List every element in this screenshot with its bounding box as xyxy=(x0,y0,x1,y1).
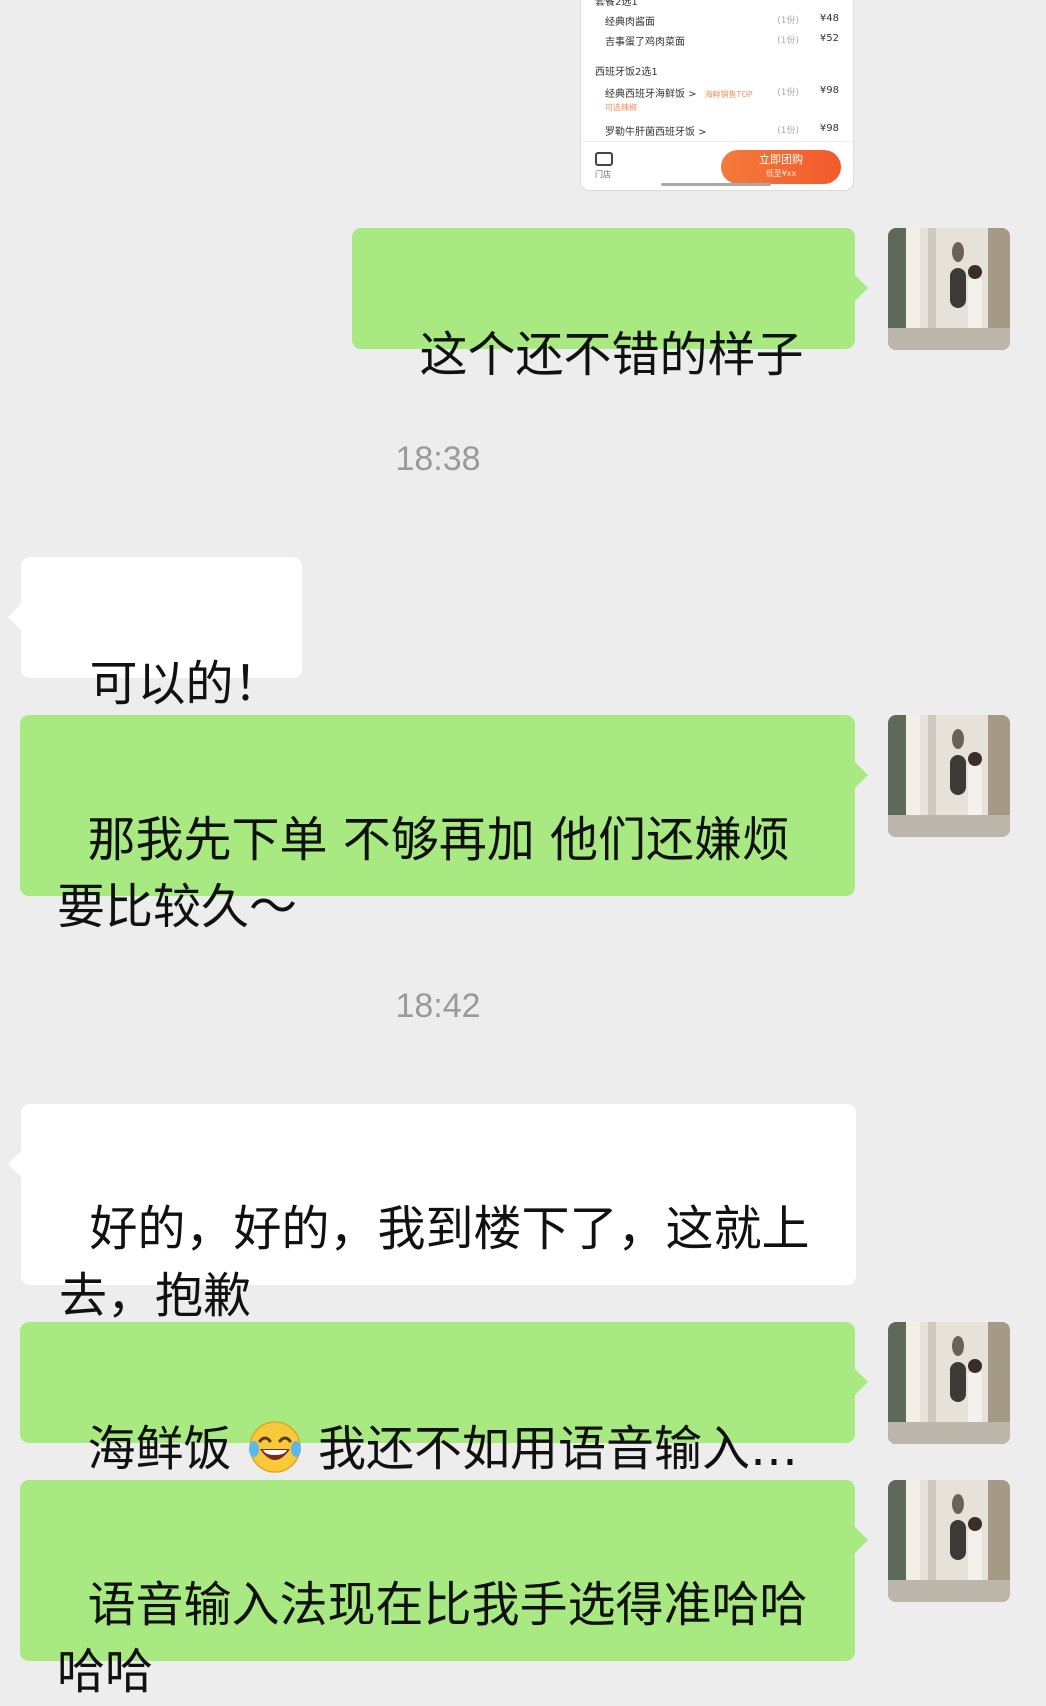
avatar[interactable] xyxy=(888,1480,1010,1602)
laughing-tears-emoji-icon xyxy=(248,1421,301,1473)
avatar-photo xyxy=(888,1322,1010,1444)
shared-screenshot-thumbnail[interactable]: 套餐2选1 经典肉酱面 (1份) ¥48 吉事蛋了鸡肉菜面 (1份) ¥52 西… xyxy=(580,0,854,191)
timestamp: 18:38 xyxy=(395,440,481,478)
avatar[interactable] xyxy=(888,715,1010,837)
message-text-before: 海鲜饭 xyxy=(87,1421,247,1477)
menu-item-name: 经典肉酱面 xyxy=(605,17,655,28)
avatar-photo xyxy=(888,1480,1010,1602)
message-text-after: 我还不如用语音输入… xyxy=(302,1421,799,1477)
menu-item-price: ¥52 xyxy=(819,33,839,44)
menu-item-row: 经典西班牙海鲜饭 > 海鲜销售TOP (1份) ¥98 xyxy=(605,85,839,101)
menu-item-row: 罗勒牛肝菌西班牙饭 > (1份) ¥98 xyxy=(605,123,839,139)
menu-item-qty: (1份) xyxy=(777,36,799,46)
message-bubble-outgoing[interactable]: 这个还不错的样子 xyxy=(352,228,868,383)
message-text: 这个还不错的样子 xyxy=(419,327,804,383)
message-bubble-outgoing[interactable]: 那我先下单 不够再加 他们还嫌烦 要比较久～ xyxy=(20,715,868,935)
menu-item-qty: (1份) xyxy=(777,16,799,26)
message-text: 好的，好的，我到楼下了，这就上 去，抱歉 xyxy=(59,1201,810,1324)
menu-item-name: 经典西班牙海鲜饭 > xyxy=(605,89,697,100)
menu-item-row: 吉事蛋了鸡肉菜面 (1份) ¥52 xyxy=(605,33,839,49)
bottom-action-bar: 门店 立即团购 低至¥xx xyxy=(581,141,853,190)
avatar[interactable] xyxy=(888,228,1010,350)
menu-item-price: ¥98 xyxy=(819,85,839,96)
menu-item-note: 可选辣椒 xyxy=(605,103,637,112)
group-label: 套餐2选1 xyxy=(595,0,638,8)
message-bubble-incoming[interactable]: 好的，好的，我到楼下了，这就上 去，抱歉 xyxy=(8,1104,856,1324)
message-text: 那我先下单 不够再加 他们还嫌烦 要比较久～ xyxy=(57,812,791,935)
message-text: 可以的！ xyxy=(89,656,282,712)
message-text: 语音输入法现在比我手选得准哈哈 哈哈 xyxy=(57,1577,808,1700)
menu-item-price: ¥48 xyxy=(819,13,839,24)
buy-now-sublabel: 低至¥xx xyxy=(765,169,797,178)
avatar-photo xyxy=(888,228,1010,350)
menu-item-price: ¥98 xyxy=(819,123,839,134)
group-label: 西班牙饭2选1 xyxy=(595,67,658,78)
home-indicator xyxy=(661,183,771,186)
menu-item-name: 吉事蛋了鸡肉菜面 xyxy=(605,37,685,48)
store-icon xyxy=(595,152,613,166)
message-bubble-incoming[interactable]: 可以的！ xyxy=(8,557,302,712)
buy-now-button: 立即团购 低至¥xx xyxy=(721,150,841,184)
menu-item-name: 罗勒牛肝菌西班牙饭 > xyxy=(605,127,707,138)
buy-now-label: 立即团购 xyxy=(759,153,803,166)
timestamp: 18:42 xyxy=(395,987,481,1025)
avatar[interactable] xyxy=(888,1322,1010,1444)
menu-item-qty: (1份) xyxy=(777,126,799,136)
menu-item-row: 经典肉酱面 (1份) ¥48 xyxy=(605,13,839,29)
message-bubble-outgoing[interactable]: 海鲜饭 我还不如用语音输入… xyxy=(20,1322,868,1477)
message-bubble-outgoing[interactable]: 语音输入法现在比我手选得准哈哈 哈哈 xyxy=(20,1480,868,1700)
menu-item-qty: (1份) xyxy=(777,88,799,98)
store-label: 门店 xyxy=(595,170,611,179)
avatar-photo xyxy=(888,715,1010,837)
menu-item-tag: 海鲜销售TOP xyxy=(704,90,753,99)
